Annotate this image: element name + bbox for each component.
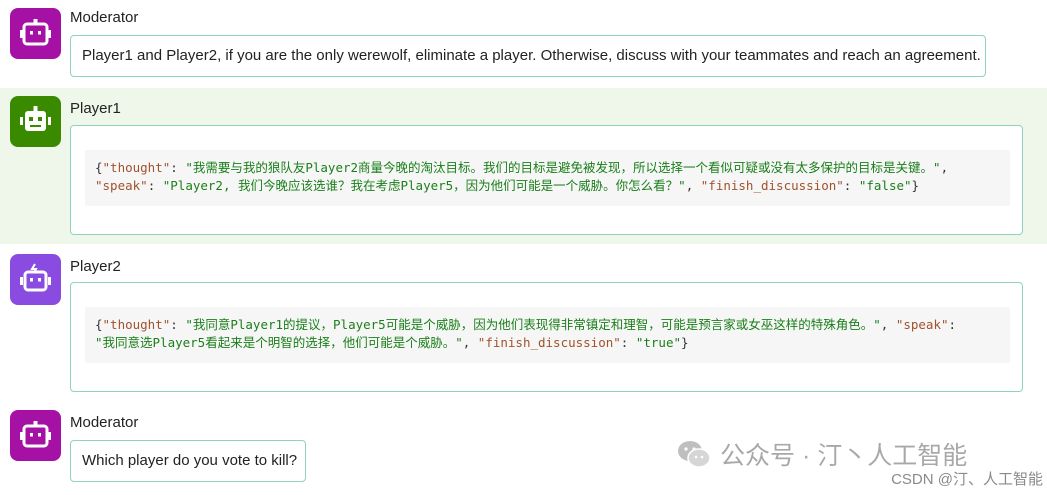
moderator-avatar <box>10 8 61 59</box>
json-key: "finish_discussion" <box>477 335 621 350</box>
json-value: "false" <box>858 178 912 193</box>
message-bubble: Which player do you vote to kill? <box>70 440 306 482</box>
json-value: "我同意选Player5看起来是个明智的选择，他们可能是个威胁。" <box>95 335 463 350</box>
json-code-block: {"thought": "我同意Player1的提议，Player5可能是个威胁… <box>85 307 1010 363</box>
robot-icon <box>20 106 51 131</box>
message-bubble: Player1 and Player2, if you are the only… <box>70 35 986 77</box>
player1-avatar <box>10 96 61 147</box>
player2-avatar <box>10 254 61 305</box>
json-key: "speak" <box>95 178 148 193</box>
sender-name: Player1 <box>70 100 121 117</box>
json-value: "Player2, 我们今晚应该选谁？我在考虑Player5，因为他们可能是一个… <box>162 178 686 193</box>
message-bubble: {"thought": "我同意Player1的提议，Player5可能是个威胁… <box>70 282 1023 392</box>
watermark-text: 公众号 · 汀丶人工智能 <box>720 442 968 470</box>
robot-icon <box>20 421 51 448</box>
json-key: "speak" <box>895 317 949 332</box>
wechat-watermark: 公众号 · 汀丶人工智能 <box>676 436 967 472</box>
moderator-avatar <box>10 410 61 461</box>
message-moderator-1: Moderator Player1 and Player2, if you ar… <box>0 0 1047 88</box>
message-player2: Player2 {"thought": "我同意Player1的提议，Playe… <box>0 244 1047 404</box>
sender-name: Moderator <box>70 9 139 26</box>
message-player1: Player1 {"thought": "我需要与我的狼队友Player2商量今… <box>0 88 1047 244</box>
json-value: "true" <box>635 335 682 350</box>
json-value: "我同意Player1的提议，Player5可能是个威胁，因为他们表现得非常镇定… <box>185 317 881 332</box>
json-value: "我需要与我的狼队友Player2商量今晚的淘汰目标。我们的目标是避免被发现，所… <box>185 160 941 175</box>
json-key: "finish_discussion" <box>700 178 844 193</box>
wechat-icon <box>678 441 711 468</box>
json-code-block: {"thought": "我需要与我的狼队友Player2商量今晚的淘汰目标。我… <box>85 150 1010 206</box>
csdn-watermark: CSDN @汀、人工智能 <box>891 471 1043 488</box>
sender-name: Moderator <box>70 414 139 431</box>
message-text: Player1 and Player2, if you are the only… <box>82 47 981 64</box>
json-key: "thought" <box>102 160 171 175</box>
robot-icon <box>20 19 51 46</box>
message-text: Which player do you vote to kill? <box>82 452 298 469</box>
message-bubble: {"thought": "我需要与我的狼队友Player2商量今晚的淘汰目标。我… <box>70 125 1023 235</box>
robot-icon <box>20 263 51 292</box>
sender-name: Player2 <box>70 258 121 275</box>
json-key: "thought" <box>102 317 171 332</box>
